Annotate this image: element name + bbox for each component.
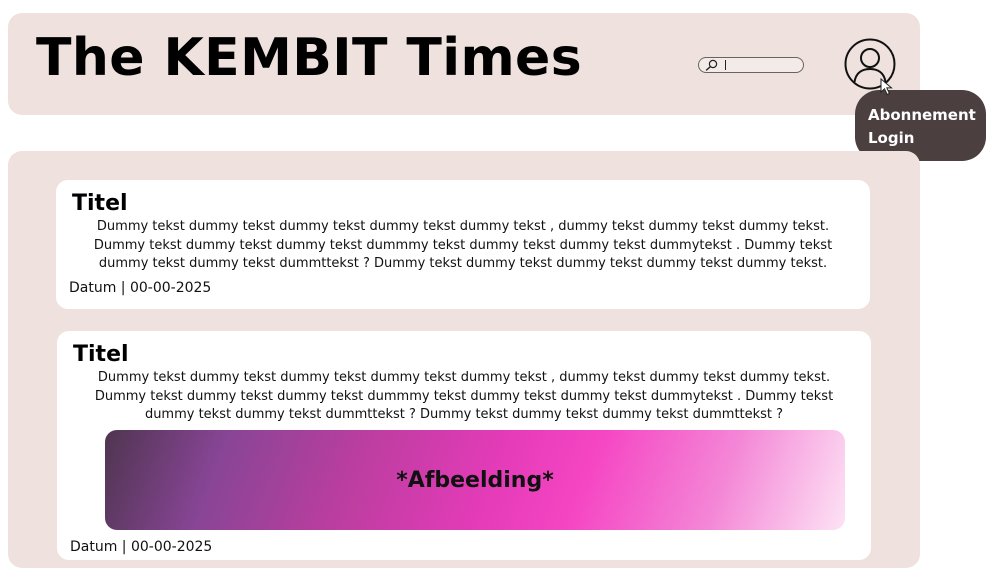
menu-item-login[interactable]: Login xyxy=(868,127,986,150)
article-card[interactable]: Titel Dummy tekst dummy tekst dummy teks… xyxy=(57,331,871,560)
text-cursor xyxy=(725,60,726,70)
article-title[interactable]: Titel xyxy=(73,341,129,369)
search-bar[interactable] xyxy=(698,57,804,73)
search-input[interactable] xyxy=(723,58,799,72)
site-header: The KEMBIT Times xyxy=(8,13,920,115)
site-title: The KEMBIT Times xyxy=(36,28,583,88)
article-feed: Titel Dummy tekst dummy tekst dummy teks… xyxy=(8,151,920,568)
article-title[interactable]: Titel xyxy=(72,190,128,218)
article-image[interactable]: *Afbeelding* xyxy=(105,430,845,530)
search-icon[interactable] xyxy=(705,59,719,71)
article-body: Dummy tekst dummy tekst dummy tekst dumm… xyxy=(93,219,833,271)
menu-item-abonnement[interactable]: Abonnement xyxy=(868,104,986,127)
article-card[interactable]: Titel Dummy tekst dummy tekst dummy teks… xyxy=(56,180,870,309)
article-body: Dummy tekst dummy tekst dummy tekst dumm… xyxy=(94,370,834,422)
mouse-pointer-icon xyxy=(880,78,893,96)
image-placeholder-label: *Afbeelding* xyxy=(396,467,554,493)
article-date: Datum | 00-00-2025 xyxy=(69,280,212,296)
article-date: Datum | 00-00-2025 xyxy=(70,539,213,555)
